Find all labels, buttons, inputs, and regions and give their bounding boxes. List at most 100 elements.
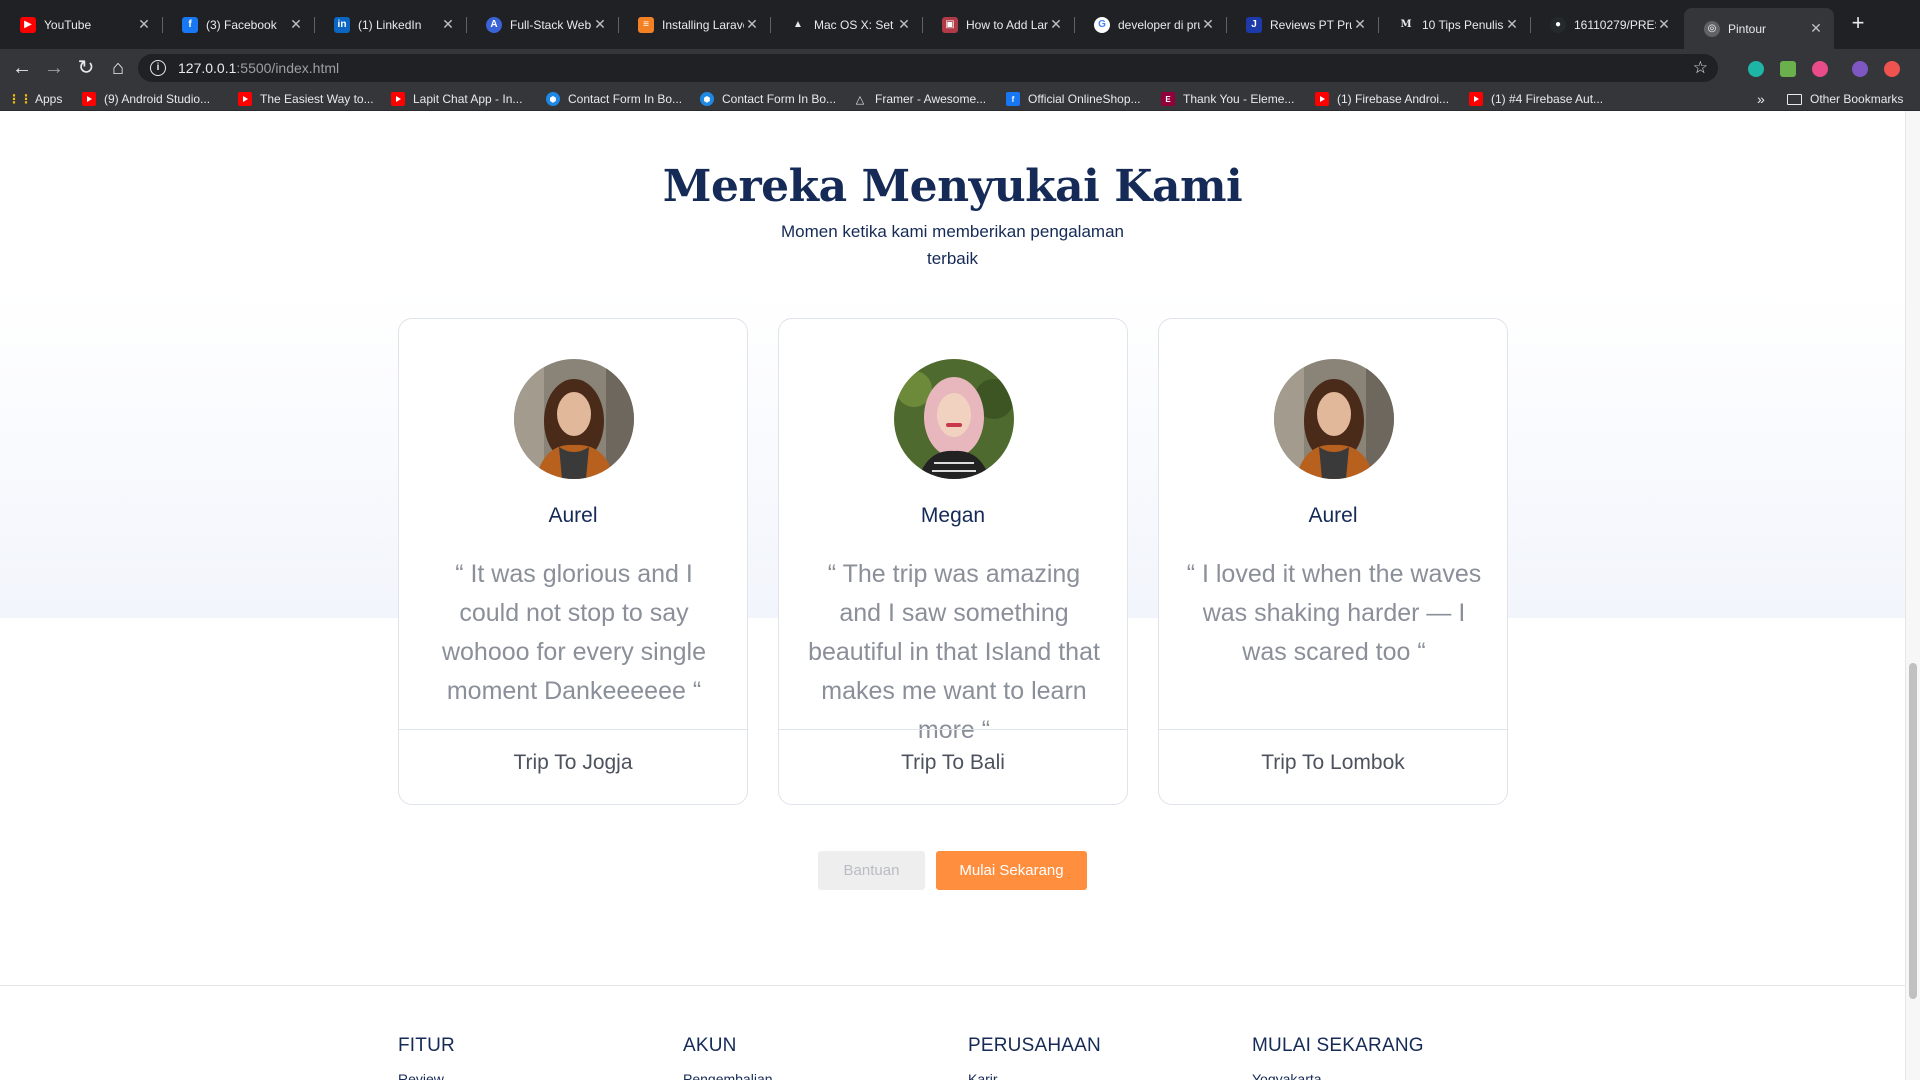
avatar [514, 359, 634, 479]
bookmark-label: (1) Firebase Androi... [1337, 92, 1450, 106]
close-icon[interactable]: ✕ [288, 16, 304, 33]
extension-off-icon[interactable] [1780, 61, 1796, 77]
elementor-icon: E [1161, 92, 1175, 106]
footer-column-akun: AKUN Pengembalian [683, 1035, 773, 1080]
bookmark-android-studio[interactable]: (9) Android Studio... [82, 90, 210, 108]
hexagon-icon: ⬢ [546, 92, 560, 106]
testimonial-quote: “ The trip was amazing and I saw somethi… [808, 560, 1100, 744]
new-tab-button[interactable]: + [1846, 12, 1870, 36]
footer-link[interactable]: Review [398, 1071, 455, 1080]
tab-google-developer[interactable]: G developer di pru ✕ [1074, 8, 1226, 41]
bookmark-apps[interactable]: ⋮⋮ Apps [8, 90, 62, 108]
facebook-icon: f [1006, 92, 1020, 106]
tab-linkedin[interactable]: in (1) LinkedIn ✕ [314, 8, 466, 41]
tab-title: Reviews PT Pru [1270, 17, 1352, 32]
home-button[interactable]: ⌂ [106, 56, 130, 80]
close-icon[interactable]: ✕ [896, 16, 912, 33]
trip-label: Trip To Jogja [513, 751, 633, 774]
tab-how-to-add[interactable]: ▣ How to Add Lar ✕ [922, 8, 1074, 41]
jobstreet-icon: J [1246, 16, 1262, 33]
bookmark-contact-form-1[interactable]: ⬢ Contact Form In Bo... [546, 90, 682, 108]
other-bookmarks-label: Other Bookmarks [1810, 92, 1904, 106]
tab-title: 10 Tips Penulisa [1422, 17, 1504, 32]
bookmark-framer[interactable]: △ Framer - Awesome... [853, 90, 986, 108]
tab-facebook[interactable]: f (3) Facebook ✕ [162, 8, 314, 41]
stackoverflow-icon: ≡ [638, 16, 654, 33]
github-icon: ● [1550, 16, 1566, 33]
close-icon[interactable]: ✕ [136, 16, 152, 33]
web-icon: A [486, 16, 502, 33]
site-info-icon[interactable]: i [150, 60, 166, 76]
footer-link[interactable]: Yogyakarta [1252, 1071, 1424, 1080]
close-icon[interactable]: ✕ [1504, 16, 1520, 33]
bookmark-contact-form-2[interactable]: ⬢ Contact Form In Bo... [700, 90, 836, 108]
footer-divider [0, 985, 1905, 986]
reviewer-name: Aurel [1308, 504, 1358, 527]
testimonial-card: Megan “ The trip was amazing and I saw s… [778, 318, 1128, 805]
reload-button[interactable]: ↻ [74, 56, 98, 80]
bookmarks-overflow-button[interactable]: » [1757, 90, 1765, 108]
extension-dribbble-icon[interactable] [1812, 61, 1828, 77]
scrollbar-thumb[interactable] [1909, 663, 1917, 999]
tab-title: 16110279/PRES [1574, 17, 1656, 32]
page-scrollbar[interactable] [1905, 111, 1920, 1080]
facebook-icon: f [182, 16, 198, 33]
close-icon[interactable]: ✕ [1352, 16, 1368, 33]
bookmark-label: Lapit Chat App - In... [413, 92, 523, 106]
tab-github[interactable]: ● 16110279/PRES ✕ [1530, 8, 1682, 41]
trip-label: Trip To Lombok [1261, 751, 1405, 774]
section-subtitle: Momen ketika kami memberikan pengalaman … [781, 222, 1124, 268]
tab-full-stack[interactable]: A Full-Stack Web I ✕ [466, 8, 618, 41]
globe-icon: ◎ [1704, 20, 1720, 37]
help-button[interactable]: Bantuan [818, 851, 925, 890]
testimonial-quote: “ It was glorious and I could not stop t… [441, 560, 707, 705]
youtube-icon [82, 92, 96, 106]
hexagon-icon: ⬢ [700, 92, 714, 106]
bookmark-star-icon[interactable]: ☆ [1693, 58, 1708, 78]
tab-title: Mac OS X: Set / [814, 17, 896, 32]
start-now-button[interactable]: Mulai Sekarang [936, 851, 1087, 890]
testimonial-card: Aurel “ It was glorious and I could not … [398, 318, 748, 805]
bookmark-firebase-android[interactable]: (1) Firebase Androi... [1315, 90, 1449, 108]
tab-installing-laravel[interactable]: ≡ Installing Larave ✕ [618, 8, 770, 41]
bookmark-firebase-auth[interactable]: (1) #4 Firebase Aut... [1469, 90, 1603, 108]
tab-title: (3) Facebook [206, 17, 277, 32]
tab-youtube[interactable]: ▶ YouTube ✕ [0, 8, 162, 41]
tab-pintour[interactable]: ◎ Pintour ✕ [1684, 8, 1834, 49]
reviewer-name: Aurel [548, 504, 598, 527]
bookmark-easiest-way[interactable]: The Easiest Way to... [238, 90, 374, 108]
extension-grammarly-icon[interactable] [1748, 61, 1764, 77]
tab-medium[interactable]: M 10 Tips Penulisa ✕ [1378, 8, 1530, 41]
bookmark-label: (9) Android Studio... [104, 92, 211, 106]
tab-mac-os[interactable]: ▲ Mac OS X: Set / ✕ [770, 8, 922, 41]
extension-puzzle-icon[interactable] [1852, 61, 1868, 77]
close-icon[interactable]: ✕ [1656, 16, 1672, 33]
close-icon[interactable]: ✕ [440, 16, 456, 33]
linkedin-icon: in [334, 16, 350, 33]
back-button[interactable]: ← [10, 56, 34, 80]
bookmark-onlineshop[interactable]: f Official OnlineShop... [1006, 90, 1141, 108]
footer-link[interactable]: Pengembalian [683, 1071, 773, 1080]
footer-column-perusahaan: PERUSAHAAN Karir [968, 1035, 1101, 1080]
close-icon[interactable]: ✕ [592, 16, 608, 33]
profile-avatar-icon[interactable] [1884, 61, 1900, 77]
address-bar[interactable]: i 127.0.0.1 :5500/index.html ☆ [138, 54, 1718, 82]
forward-button[interactable]: → [42, 56, 66, 80]
bookmark-elementor[interactable]: E Thank You - Eleme... [1161, 90, 1294, 108]
bookmark-lapit-chat[interactable]: Lapit Chat App - In... [391, 90, 522, 108]
close-icon[interactable]: ✕ [1808, 20, 1824, 37]
other-bookmarks-folder[interactable]: Other Bookmarks [1787, 90, 1903, 108]
page-viewport: Mereka Menyukai Kami Momen ketika kami m… [0, 111, 1920, 1080]
address-host: 127.0.0.1 [178, 60, 237, 76]
tab-reviews[interactable]: J Reviews PT Pru ✕ [1226, 8, 1378, 41]
footer-column-mulai-sekarang: MULAI SEKARANG Yogyakarta [1252, 1035, 1424, 1080]
close-icon[interactable]: ✕ [1048, 16, 1064, 33]
trip-label: Trip To Bali [901, 751, 1005, 774]
footer-link[interactable]: Karir [968, 1071, 1101, 1080]
footer-heading: FITUR [398, 1035, 455, 1056]
apps-icon: ⋮⋮ [8, 92, 32, 106]
youtube-icon [1315, 92, 1329, 106]
close-icon[interactable]: ✕ [1200, 16, 1216, 33]
footer-heading: AKUN [683, 1035, 737, 1056]
close-icon[interactable]: ✕ [744, 16, 760, 33]
